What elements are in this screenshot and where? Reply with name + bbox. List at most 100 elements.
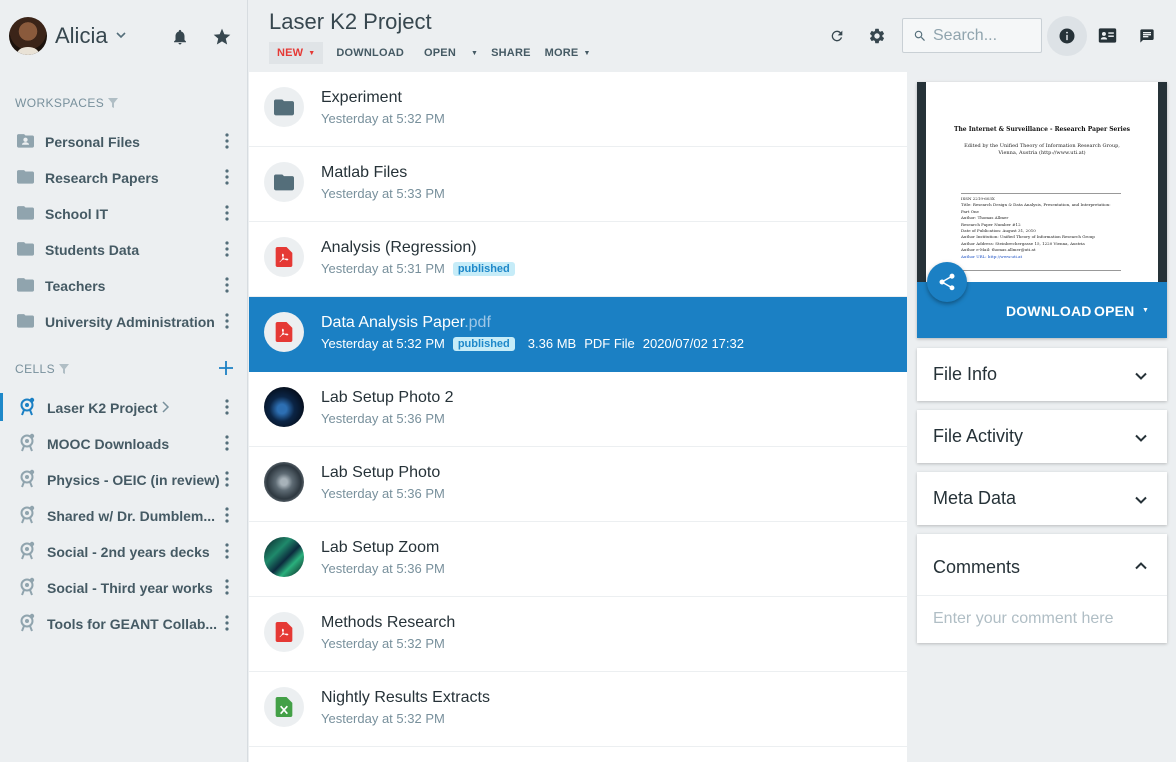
file-row[interactable]: Nightly Results Extracts Yesterday at 5:… [249, 672, 907, 747]
more-vert-icon[interactable] [224, 313, 230, 329]
file-row[interactable]: Lab Setup Zoom Yesterday at 5:36 PM [249, 522, 907, 597]
new-button-label: NEW [277, 47, 304, 59]
file-modified: Yesterday at 5:36 PM [321, 561, 445, 576]
more-vert-icon[interactable] [224, 277, 230, 293]
sidebar-item-social-2nd-years[interactable]: Social - 2nd years decks [0, 533, 248, 569]
folder-icon [17, 206, 34, 220]
refresh-icon[interactable] [829, 28, 845, 44]
sidebar-item-social-third-year[interactable]: Social - Third year works [0, 569, 248, 605]
sidebar-item-research-papers[interactable]: Research Papers [0, 159, 248, 195]
sidebar-item-label: Research Papers [45, 170, 159, 186]
sidebar-item-label: MOOC Downloads [47, 436, 170, 452]
more-vert-icon[interactable] [224, 471, 230, 487]
sidebar-item-students-data[interactable]: Students Data [0, 231, 248, 267]
new-button[interactable]: NEW ▼ [269, 42, 324, 64]
preview-open-button[interactable]: OPEN [1094, 303, 1134, 319]
sidebar-item-mooc-downloads[interactable]: MOOC Downloads [0, 425, 248, 461]
more-vert-icon[interactable] [224, 615, 230, 631]
file-row-selected[interactable]: Data Analysis Paper.pdf Yesterday at 5:3… [249, 297, 907, 372]
sidebar-item-laser-k2-project[interactable]: Laser K2 Project [0, 389, 248, 425]
download-button[interactable]: DOWNLOAD [329, 42, 411, 64]
open-button[interactable]: OPEN [417, 42, 463, 64]
file-row[interactable]: Matlab Files Yesterday at 5:33 PM [249, 147, 907, 222]
more-vert-icon[interactable] [224, 543, 230, 559]
preview-download-button[interactable]: DOWNLOAD [1006, 303, 1092, 319]
file-activity-panel[interactable]: File Activity [917, 410, 1167, 463]
share-fab-button[interactable] [927, 262, 967, 302]
sidebar-item-label: Social - 2nd years decks [47, 544, 210, 560]
sidebar-item-university-administration[interactable]: University Administration [0, 303, 248, 339]
more-vert-icon[interactable] [224, 241, 230, 257]
cell-icon [20, 577, 35, 596]
more-vert-icon[interactable] [224, 133, 230, 149]
share-button[interactable]: SHARE [484, 42, 538, 64]
card-account-icon[interactable] [1098, 27, 1117, 44]
file-info-panel[interactable]: File Info [917, 348, 1167, 401]
caret-down-icon: ▼ [308, 49, 316, 57]
document-preview[interactable]: The Internet & Surveillance - Research P… [926, 82, 1158, 282]
sidebar-item-personal-files[interactable]: Personal Files [0, 123, 248, 159]
more-vert-icon[interactable] [224, 507, 230, 523]
cell-icon [20, 433, 35, 452]
bell-icon[interactable] [171, 28, 189, 46]
file-modified: Yesterday at 5:36 PM [321, 486, 445, 501]
sidebar-item-label: Laser K2 Project [47, 400, 158, 416]
sidebar-item-school-it[interactable]: School IT [0, 195, 248, 231]
toolbar: NEW ▼ DOWNLOAD OPEN ▼ SHARE MORE ▼ [269, 42, 598, 64]
sidebar: Alicia WORKSPACES Personal Files Researc… [0, 0, 248, 762]
cells-title-label: CELLS [15, 362, 56, 376]
chat-icon[interactable] [1139, 28, 1155, 44]
sidebar-item-teachers[interactable]: Teachers [0, 267, 248, 303]
sidebar-item-physics-oeic[interactable]: Physics - OEIC (in review) [0, 461, 248, 497]
sidebar-item-tools-geant[interactable]: Tools for GEANT Collab... [0, 605, 248, 641]
file-row[interactable]: Lab Setup Photo Yesterday at 5:36 PM [249, 447, 907, 522]
more-vert-icon[interactable] [224, 435, 230, 451]
comment-input[interactable] [933, 609, 1153, 629]
cells-section-title: CELLS [15, 362, 70, 376]
preview-doc-place: Vienna, Austria (http://www.uti.at) [998, 150, 1086, 156]
preview-doc-line: Author URL: http://www.uti.at [961, 253, 1023, 259]
more-vert-icon[interactable] [224, 169, 230, 185]
more-button[interactable]: MORE ▼ [538, 42, 598, 64]
more-vert-icon[interactable] [224, 399, 230, 415]
file-modified: Yesterday at 5:36 PM [321, 411, 445, 426]
file-meta: Yesterday at 5:36 PM [321, 486, 445, 501]
pdf-icon [275, 622, 293, 642]
user-menu[interactable]: Alicia [0, 0, 248, 72]
more-vert-icon[interactable] [224, 205, 230, 221]
chevron-down-icon[interactable] [1133, 492, 1149, 508]
user-name[interactable]: Alicia [55, 23, 108, 49]
pdf-thumbnail [264, 237, 304, 277]
more-vert-icon[interactable] [224, 579, 230, 595]
chevron-up-icon[interactable] [1133, 558, 1149, 574]
chevron-down-icon[interactable] [1133, 430, 1149, 446]
chevron-down-icon[interactable] [1133, 368, 1149, 384]
file-name-text: Lab Setup Photo 2 [321, 389, 454, 406]
sidebar-item-shared-dumbledore[interactable]: Shared w/ Dr. Dumblem... [0, 497, 248, 533]
info-button[interactable] [1047, 16, 1087, 56]
file-row[interactable]: Experiment Yesterday at 5:32 PM [249, 72, 907, 147]
add-icon[interactable] [218, 360, 234, 376]
avatar[interactable] [9, 17, 47, 55]
share-icon [939, 273, 955, 291]
star-icon[interactable] [212, 27, 232, 47]
filter-icon[interactable] [108, 98, 119, 108]
chevron-right-icon[interactable] [160, 401, 170, 413]
gear-icon[interactable] [868, 27, 886, 45]
search-input[interactable] [933, 26, 1037, 46]
chevron-down-icon[interactable] [115, 29, 127, 41]
preview-frame-right [1158, 82, 1167, 282]
file-row[interactable]: Lab Setup Photo 2 Yesterday at 5:36 PM [249, 372, 907, 447]
filter-icon[interactable] [59, 364, 70, 374]
photo-thumbnail [264, 387, 304, 427]
spreadsheet-icon [275, 697, 293, 717]
meta-data-panel[interactable]: Meta Data [917, 472, 1167, 525]
sidebar-item-label: University Administration [45, 314, 215, 330]
open-with-dropdown-icon[interactable]: ▼ [467, 42, 482, 64]
file-name: Lab Setup Photo 2 [321, 389, 454, 407]
search-box[interactable] [902, 18, 1042, 53]
file-modified: Yesterday at 5:32 PM [321, 111, 445, 126]
file-row[interactable]: Methods Research Yesterday at 5:32 PM [249, 597, 907, 672]
file-row[interactable]: Analysis (Regression) Yesterday at 5:31 … [249, 222, 907, 297]
caret-down-icon[interactable]: ▼ [1142, 307, 1149, 314]
